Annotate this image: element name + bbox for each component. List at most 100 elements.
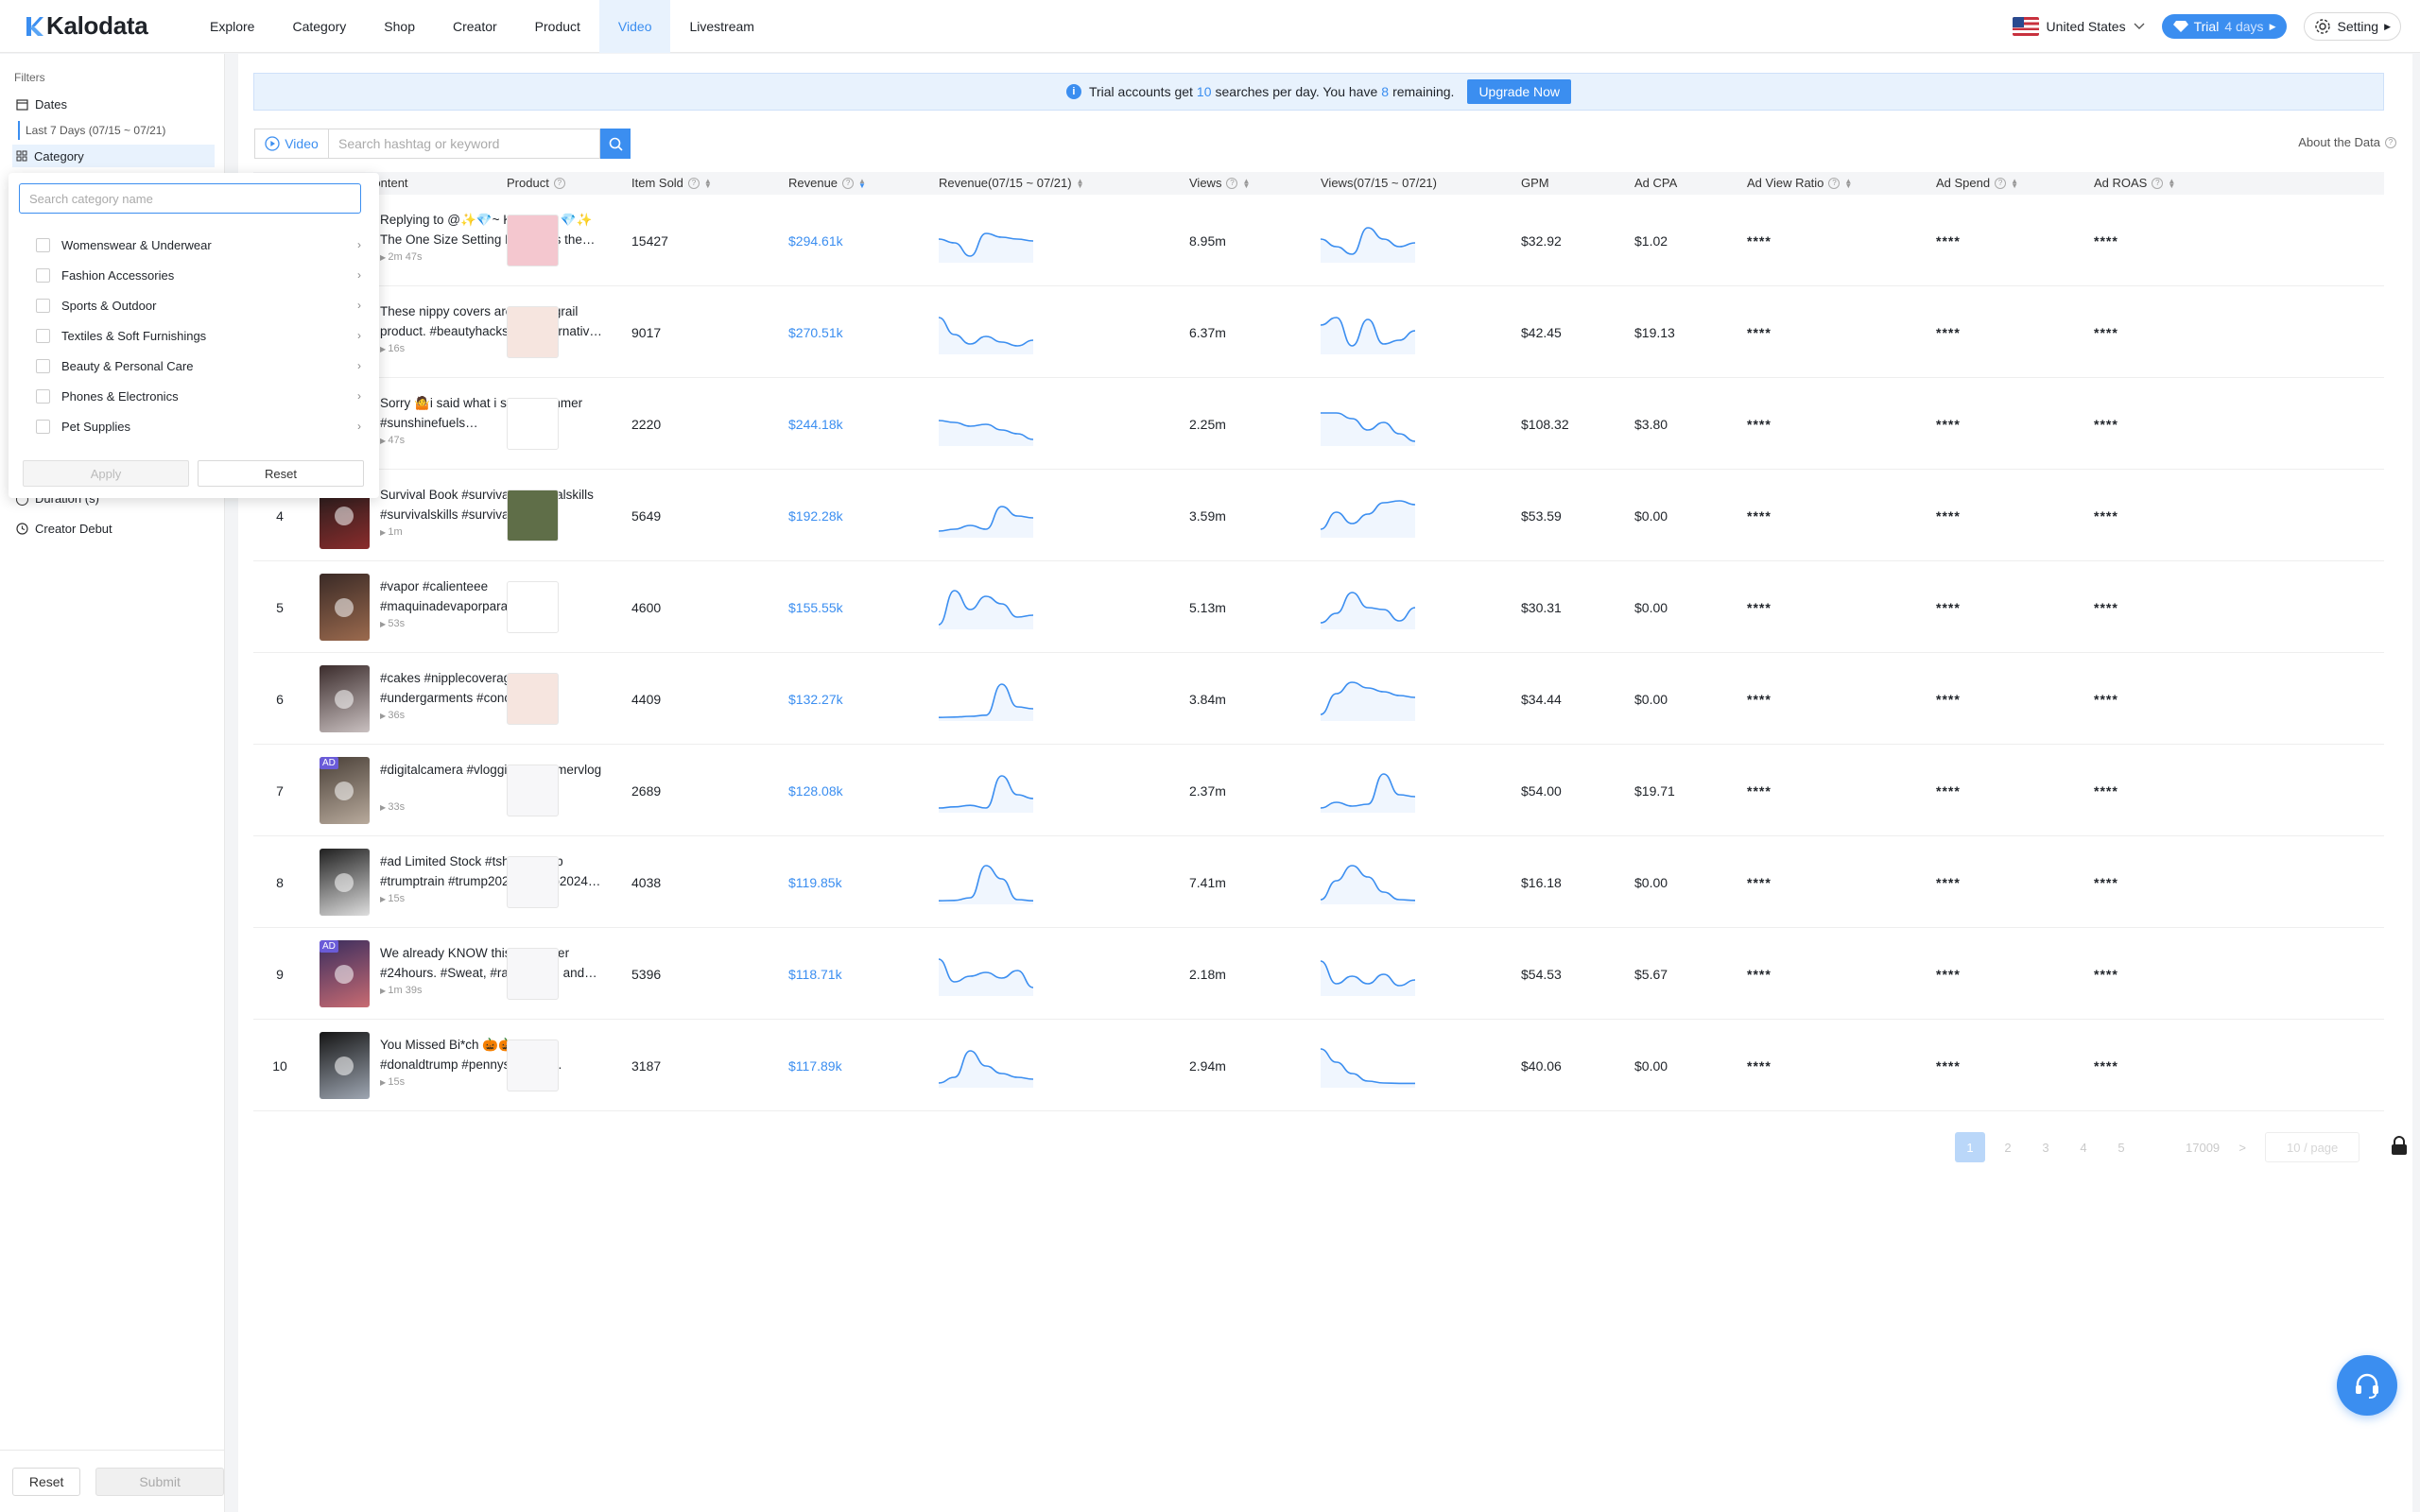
checkbox[interactable] bbox=[36, 328, 50, 343]
search-input[interactable] bbox=[328, 129, 600, 159]
table-row[interactable]: 2These nippy covers are a holy grail pro… bbox=[253, 286, 2384, 378]
video-thumbnail[interactable] bbox=[320, 665, 370, 732]
product-image[interactable] bbox=[507, 765, 559, 816]
sort-icon[interactable]: ▲ ▼ bbox=[704, 178, 712, 190]
submit-button[interactable]: Submit bbox=[95, 1467, 224, 1496]
nav-item-video[interactable]: Video bbox=[598, 0, 671, 53]
table-row[interactable]: 7 AD #digitalcamera #vlogging #summervlog 3… bbox=[253, 745, 2384, 836]
page-2[interactable]: 2 bbox=[1993, 1132, 2023, 1162]
product-cell[interactable] bbox=[507, 928, 559, 1020]
page-total[interactable]: 17009 bbox=[2186, 1132, 2220, 1162]
table-row[interactable]: 4 Survival Book #survival #survivalskills… bbox=[253, 470, 2384, 561]
product-image[interactable] bbox=[507, 490, 559, 541]
country-selector[interactable]: United States bbox=[2012, 17, 2145, 36]
sort-icon[interactable]: ▲ ▼ bbox=[2011, 178, 2018, 190]
setting-button[interactable]: Setting ▶ bbox=[2304, 12, 2401, 41]
product-image[interactable] bbox=[507, 306, 559, 358]
video-thumbnail[interactable] bbox=[320, 1032, 370, 1099]
product-image[interactable] bbox=[507, 948, 559, 1000]
category-filter[interactable]: Category bbox=[12, 145, 215, 167]
header-views-trend[interactable]: Views(07/15 ~ 07/21) bbox=[1321, 172, 1437, 195]
category-option[interactable]: Sports & Outdoor › bbox=[36, 290, 361, 320]
product-cell[interactable] bbox=[507, 470, 559, 561]
checkbox[interactable] bbox=[36, 267, 50, 283]
product-image[interactable] bbox=[507, 581, 559, 633]
nav-item-explore[interactable]: Explore bbox=[191, 0, 273, 53]
product-image[interactable] bbox=[507, 673, 559, 725]
page-5[interactable]: 5 bbox=[2106, 1132, 2136, 1162]
sort-icon[interactable]: ▲ ▼ bbox=[1844, 178, 1852, 190]
video-content[interactable]: Survival Book #survival #survivalskills … bbox=[380, 470, 612, 561]
sort-icon[interactable]: ▲ ▼ bbox=[2168, 178, 2175, 190]
chevron-right-icon[interactable]: › bbox=[357, 238, 361, 251]
video-title[interactable]: We already KNOW this lasts over #24hours… bbox=[380, 943, 612, 983]
video-thumbnail-cell[interactable]: AD bbox=[320, 928, 370, 1020]
video-title[interactable]: Replying to @✨💎~ Kristina ~ 💎✨ The One S… bbox=[380, 210, 612, 249]
product-cell[interactable] bbox=[507, 378, 559, 470]
nav-item-product[interactable]: Product bbox=[516, 0, 599, 53]
trial-badge[interactable]: Trial 4 days ▶ bbox=[2161, 14, 2288, 39]
header-revenue-trend[interactable]: Revenue(07/15 ~ 07/21) ▲ ▼ bbox=[939, 172, 1084, 195]
chevron-right-icon[interactable]: › bbox=[357, 389, 361, 403]
video-content[interactable]: Sorry 🤷i said what i said #Summer #sunsh… bbox=[380, 378, 612, 470]
video-content[interactable]: #digitalcamera #vlogging #summervlog 33s bbox=[380, 745, 612, 836]
product-image[interactable] bbox=[507, 1040, 559, 1091]
chevron-right-icon[interactable]: › bbox=[357, 359, 361, 372]
video-title[interactable]: These nippy covers are a holy grail prod… bbox=[380, 301, 612, 341]
page-4[interactable]: 4 bbox=[2068, 1132, 2099, 1162]
upgrade-now-button[interactable]: Upgrade Now bbox=[1467, 79, 1572, 104]
product-image[interactable] bbox=[507, 856, 559, 908]
video-title[interactable]: #digitalcamera #vlogging #summervlog bbox=[380, 760, 612, 799]
video-thumbnail[interactable]: AD bbox=[320, 757, 370, 824]
video-title[interactable]: #vapor #calienteee #maquinadevaporparaau… bbox=[380, 576, 612, 616]
category-option[interactable]: Womenswear & Underwear › bbox=[36, 230, 361, 260]
chevron-right-icon[interactable]: › bbox=[357, 268, 361, 282]
product-cell[interactable] bbox=[507, 286, 559, 378]
table-row[interactable]: 9 AD We already KNOW this lasts over #24ho… bbox=[253, 928, 2384, 1020]
checkbox[interactable] bbox=[36, 298, 50, 313]
category-search-input[interactable] bbox=[19, 183, 361, 214]
product-cell[interactable] bbox=[507, 195, 559, 286]
video-thumbnail[interactable]: AD bbox=[320, 940, 370, 1007]
product-image[interactable] bbox=[507, 215, 559, 266]
product-cell[interactable] bbox=[507, 1020, 559, 1111]
video-content[interactable]: Replying to @✨💎~ Kristina ~ 💎✨ The One S… bbox=[380, 195, 612, 286]
search-button[interactable] bbox=[600, 129, 631, 159]
checkbox[interactable] bbox=[36, 358, 50, 373]
video-title[interactable]: You Missed Bi*ch 🎃🎃#trump #donaldtrump #… bbox=[380, 1035, 612, 1074]
table-row[interactable]: 8 #ad Limited Stock #tshirt #trump #trump… bbox=[253, 836, 2384, 928]
chevron-right-icon[interactable]: › bbox=[357, 420, 361, 433]
video-content[interactable]: #cakes #nipplecoverage #undergarments #c… bbox=[380, 653, 612, 745]
header-ad-roas[interactable]: Ad ROAS? ▲ ▼ bbox=[2094, 172, 2175, 195]
category-option[interactable]: Fashion Accessories › bbox=[36, 260, 361, 290]
video-content[interactable]: #vapor #calienteee #maquinadevaporparaau… bbox=[380, 561, 612, 653]
video-thumbnail-cell[interactable] bbox=[320, 1020, 370, 1111]
category-option[interactable]: Textiles & Soft Furnishings › bbox=[36, 320, 361, 351]
nav-item-category[interactable]: Category bbox=[273, 0, 365, 53]
creator-debut-filter[interactable]: Creator Debut bbox=[16, 522, 112, 536]
page-1[interactable]: 1 bbox=[1955, 1132, 1985, 1162]
video-content[interactable]: We already KNOW this lasts over #24hours… bbox=[380, 928, 612, 1020]
header-product[interactable]: Product? bbox=[507, 172, 565, 195]
video-thumbnail-cell[interactable]: AD bbox=[320, 745, 370, 836]
video-title[interactable]: Sorry 🤷i said what i said #Summer #sunsh… bbox=[380, 393, 612, 433]
product-cell[interactable] bbox=[507, 653, 559, 745]
video-thumbnail-cell[interactable] bbox=[320, 836, 370, 928]
reset-button[interactable]: Reset bbox=[12, 1467, 81, 1496]
table-row[interactable]: 10 You Missed Bi*ch 🎃🎃#trump #donaldtrump… bbox=[253, 1020, 2384, 1111]
next-page-button[interactable]: > bbox=[2227, 1132, 2257, 1162]
checkbox[interactable] bbox=[36, 237, 50, 252]
header-ad-spend[interactable]: Ad Spend? ▲ ▼ bbox=[1936, 172, 2018, 195]
category-option[interactable]: Phones & Electronics › bbox=[36, 381, 361, 411]
table-row[interactable]: 6 #cakes #nipplecoverage #undergarments #… bbox=[253, 653, 2384, 745]
page-size-selector[interactable]: 10 / page bbox=[2265, 1132, 2360, 1162]
about-the-data-link[interactable]: About the Data ? bbox=[2298, 135, 2396, 149]
nav-item-creator[interactable]: Creator bbox=[434, 0, 516, 53]
customer-support-button[interactable] bbox=[2337, 1355, 2397, 1416]
category-reset-button[interactable]: Reset bbox=[198, 460, 364, 487]
nav-item-livestream[interactable]: Livestream bbox=[670, 0, 772, 53]
product-cell[interactable] bbox=[507, 836, 559, 928]
header-ad-view-ratio[interactable]: Ad View Ratio? ▲ ▼ bbox=[1747, 172, 1852, 195]
video-thumbnail-cell[interactable] bbox=[320, 561, 370, 653]
video-content[interactable]: You Missed Bi*ch 🎃🎃#trump #donaldtrump #… bbox=[380, 1020, 612, 1111]
